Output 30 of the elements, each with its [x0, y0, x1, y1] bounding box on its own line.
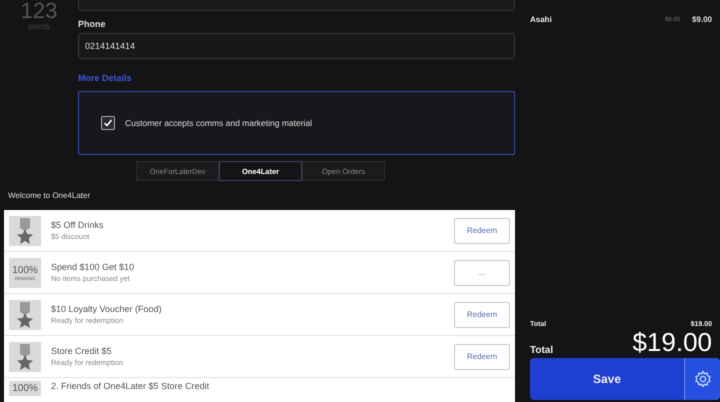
reward-title: $10 Loyalty Voucher (Food)	[51, 304, 163, 314]
medal-icon	[16, 302, 34, 328]
item-name: Asahi	[530, 15, 553, 24]
reward-title: $5 Off Drinks	[51, 220, 104, 230]
redeem-button[interactable]: ...	[454, 260, 510, 286]
checkmark-icon	[103, 118, 113, 128]
email-field[interactable]	[78, 0, 515, 11]
points-value: 123	[20, 0, 58, 22]
save-button[interactable]: Save	[530, 358, 684, 400]
reward-title: Store Credit $5	[51, 346, 113, 356]
phone-label: Phone	[78, 19, 107, 29]
total-value: $19.00	[632, 328, 712, 356]
medal-icon	[16, 344, 34, 370]
progress-percent: 100%	[12, 264, 38, 276]
reward-title: Spend $100 Get $10	[51, 262, 136, 272]
consent-checkbox[interactable]	[101, 116, 115, 130]
settings-button[interactable]	[684, 358, 720, 400]
reward-title: 2. Friends of One4Later $5 Store Credit	[51, 381, 210, 391]
settings-icon	[694, 370, 712, 388]
redeem-button[interactable]: Redeem	[454, 344, 510, 370]
progress-percent: 100%	[12, 383, 38, 394]
consent-label: Customer accepts comms and marketing material	[125, 118, 312, 128]
welcome-text: Welcome to One4Later	[8, 191, 92, 200]
redeem-button[interactable]: Redeem	[454, 218, 510, 244]
medal-icon	[16, 218, 34, 244]
more-details-link[interactable]: More Details	[78, 73, 132, 83]
total-label: Total	[530, 345, 554, 356]
item-price: $9.00	[692, 15, 712, 24]
redeem-button[interactable]: Redeem	[454, 302, 510, 328]
phone-field[interactable]: 0214141414	[78, 33, 515, 59]
